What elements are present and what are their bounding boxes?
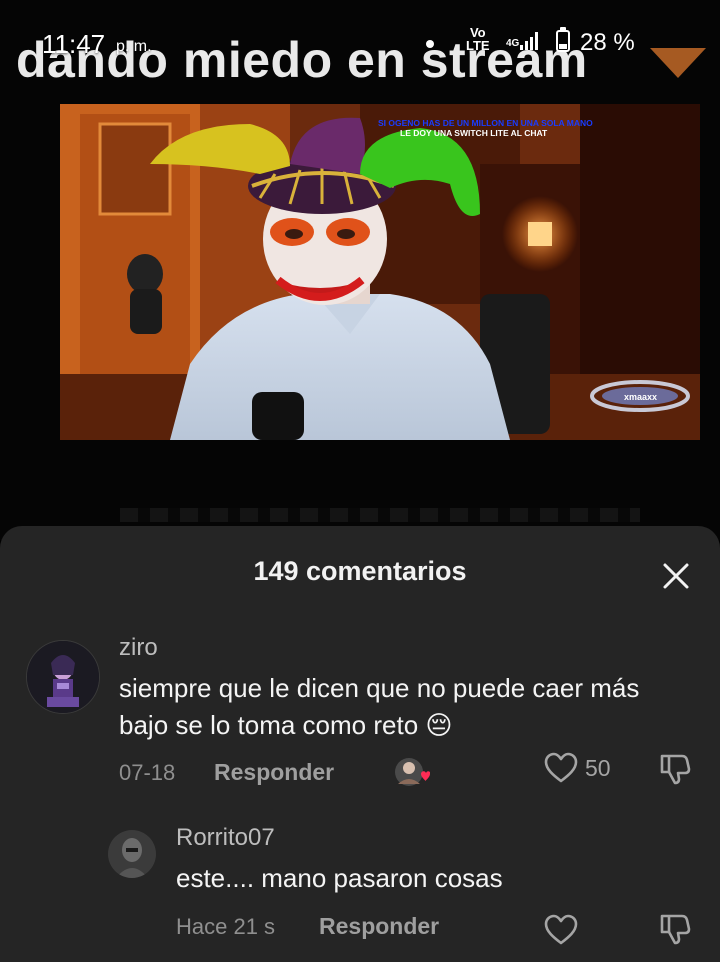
keyboard-edge [120, 508, 640, 522]
thumbs-down-icon [660, 914, 691, 945]
status-ampm: p. m. [116, 38, 152, 55]
comment-date: 07-18 [119, 760, 176, 785]
signal-icon [520, 32, 542, 50]
comment-date: Hace 21 s [176, 914, 276, 939]
volte-indicator: Vo LTE [466, 25, 490, 53]
battery-percentage: 28 % [580, 29, 635, 56]
reply-button[interactable]: Responder [319, 913, 439, 940]
comment-text: este.... mano pasaron cosas [176, 863, 503, 893]
overlay-logo-text: xmaaxx [624, 392, 657, 402]
dislike-button[interactable] [658, 912, 692, 951]
status-bar: 11:47 p. m. Vo LTE 4G 28 % [0, 24, 720, 64]
comment-item: ziro siempre que le dicen que no puede c… [0, 626, 720, 796]
creator-liked-badge [394, 756, 431, 790]
overlay-text-1: SI OGENO HAS DE UN MILLON EN UNA SOLA MA… [378, 118, 593, 128]
like-count: 50 [585, 754, 611, 781]
video-scene: SI OGENO HAS DE UN MILLON EN UNA SOLA MA… [60, 104, 700, 440]
dislike-button[interactable] [658, 752, 692, 791]
close-icon [663, 563, 689, 589]
notification-dot-icon [426, 40, 434, 48]
video-player[interactable]: SI OGENO HAS DE UN MILLON EN UNA SOLA MA… [0, 0, 720, 540]
comment-username[interactable]: Rorrito07 [176, 824, 275, 852]
heart-outline-icon [544, 752, 578, 783]
comment-username[interactable]: ziro [119, 634, 158, 662]
status-time: 11:47 [42, 29, 106, 59]
video-frame: SI OGENO HAS DE UN MILLON EN UNA SOLA MA… [60, 104, 700, 440]
comment-reply-item: Rorrito07 este.... mano pasaron cosas Ha… [0, 822, 720, 962]
avatar[interactable] [108, 830, 156, 878]
comment-text: siempre que le dicen que no puede caer m… [119, 673, 640, 740]
heart-outline-icon [544, 914, 578, 945]
network-type: 4G [506, 38, 520, 49]
thumbs-down-icon [660, 754, 691, 785]
reply-button[interactable]: Responder [214, 759, 334, 786]
comments-title: 149 comentarios [253, 556, 467, 586]
like-button[interactable] [543, 914, 579, 946]
comments-sheet: 149 comentarios ziro siempre que le dice… [0, 526, 720, 962]
avatar[interactable] [26, 640, 100, 714]
battery-icon [556, 27, 570, 52]
overlay-text-2: LE DOY UNA SWITCH LITE AL CHAT [400, 128, 548, 138]
close-button[interactable] [656, 558, 696, 594]
like-button[interactable]: 50 [543, 752, 611, 784]
